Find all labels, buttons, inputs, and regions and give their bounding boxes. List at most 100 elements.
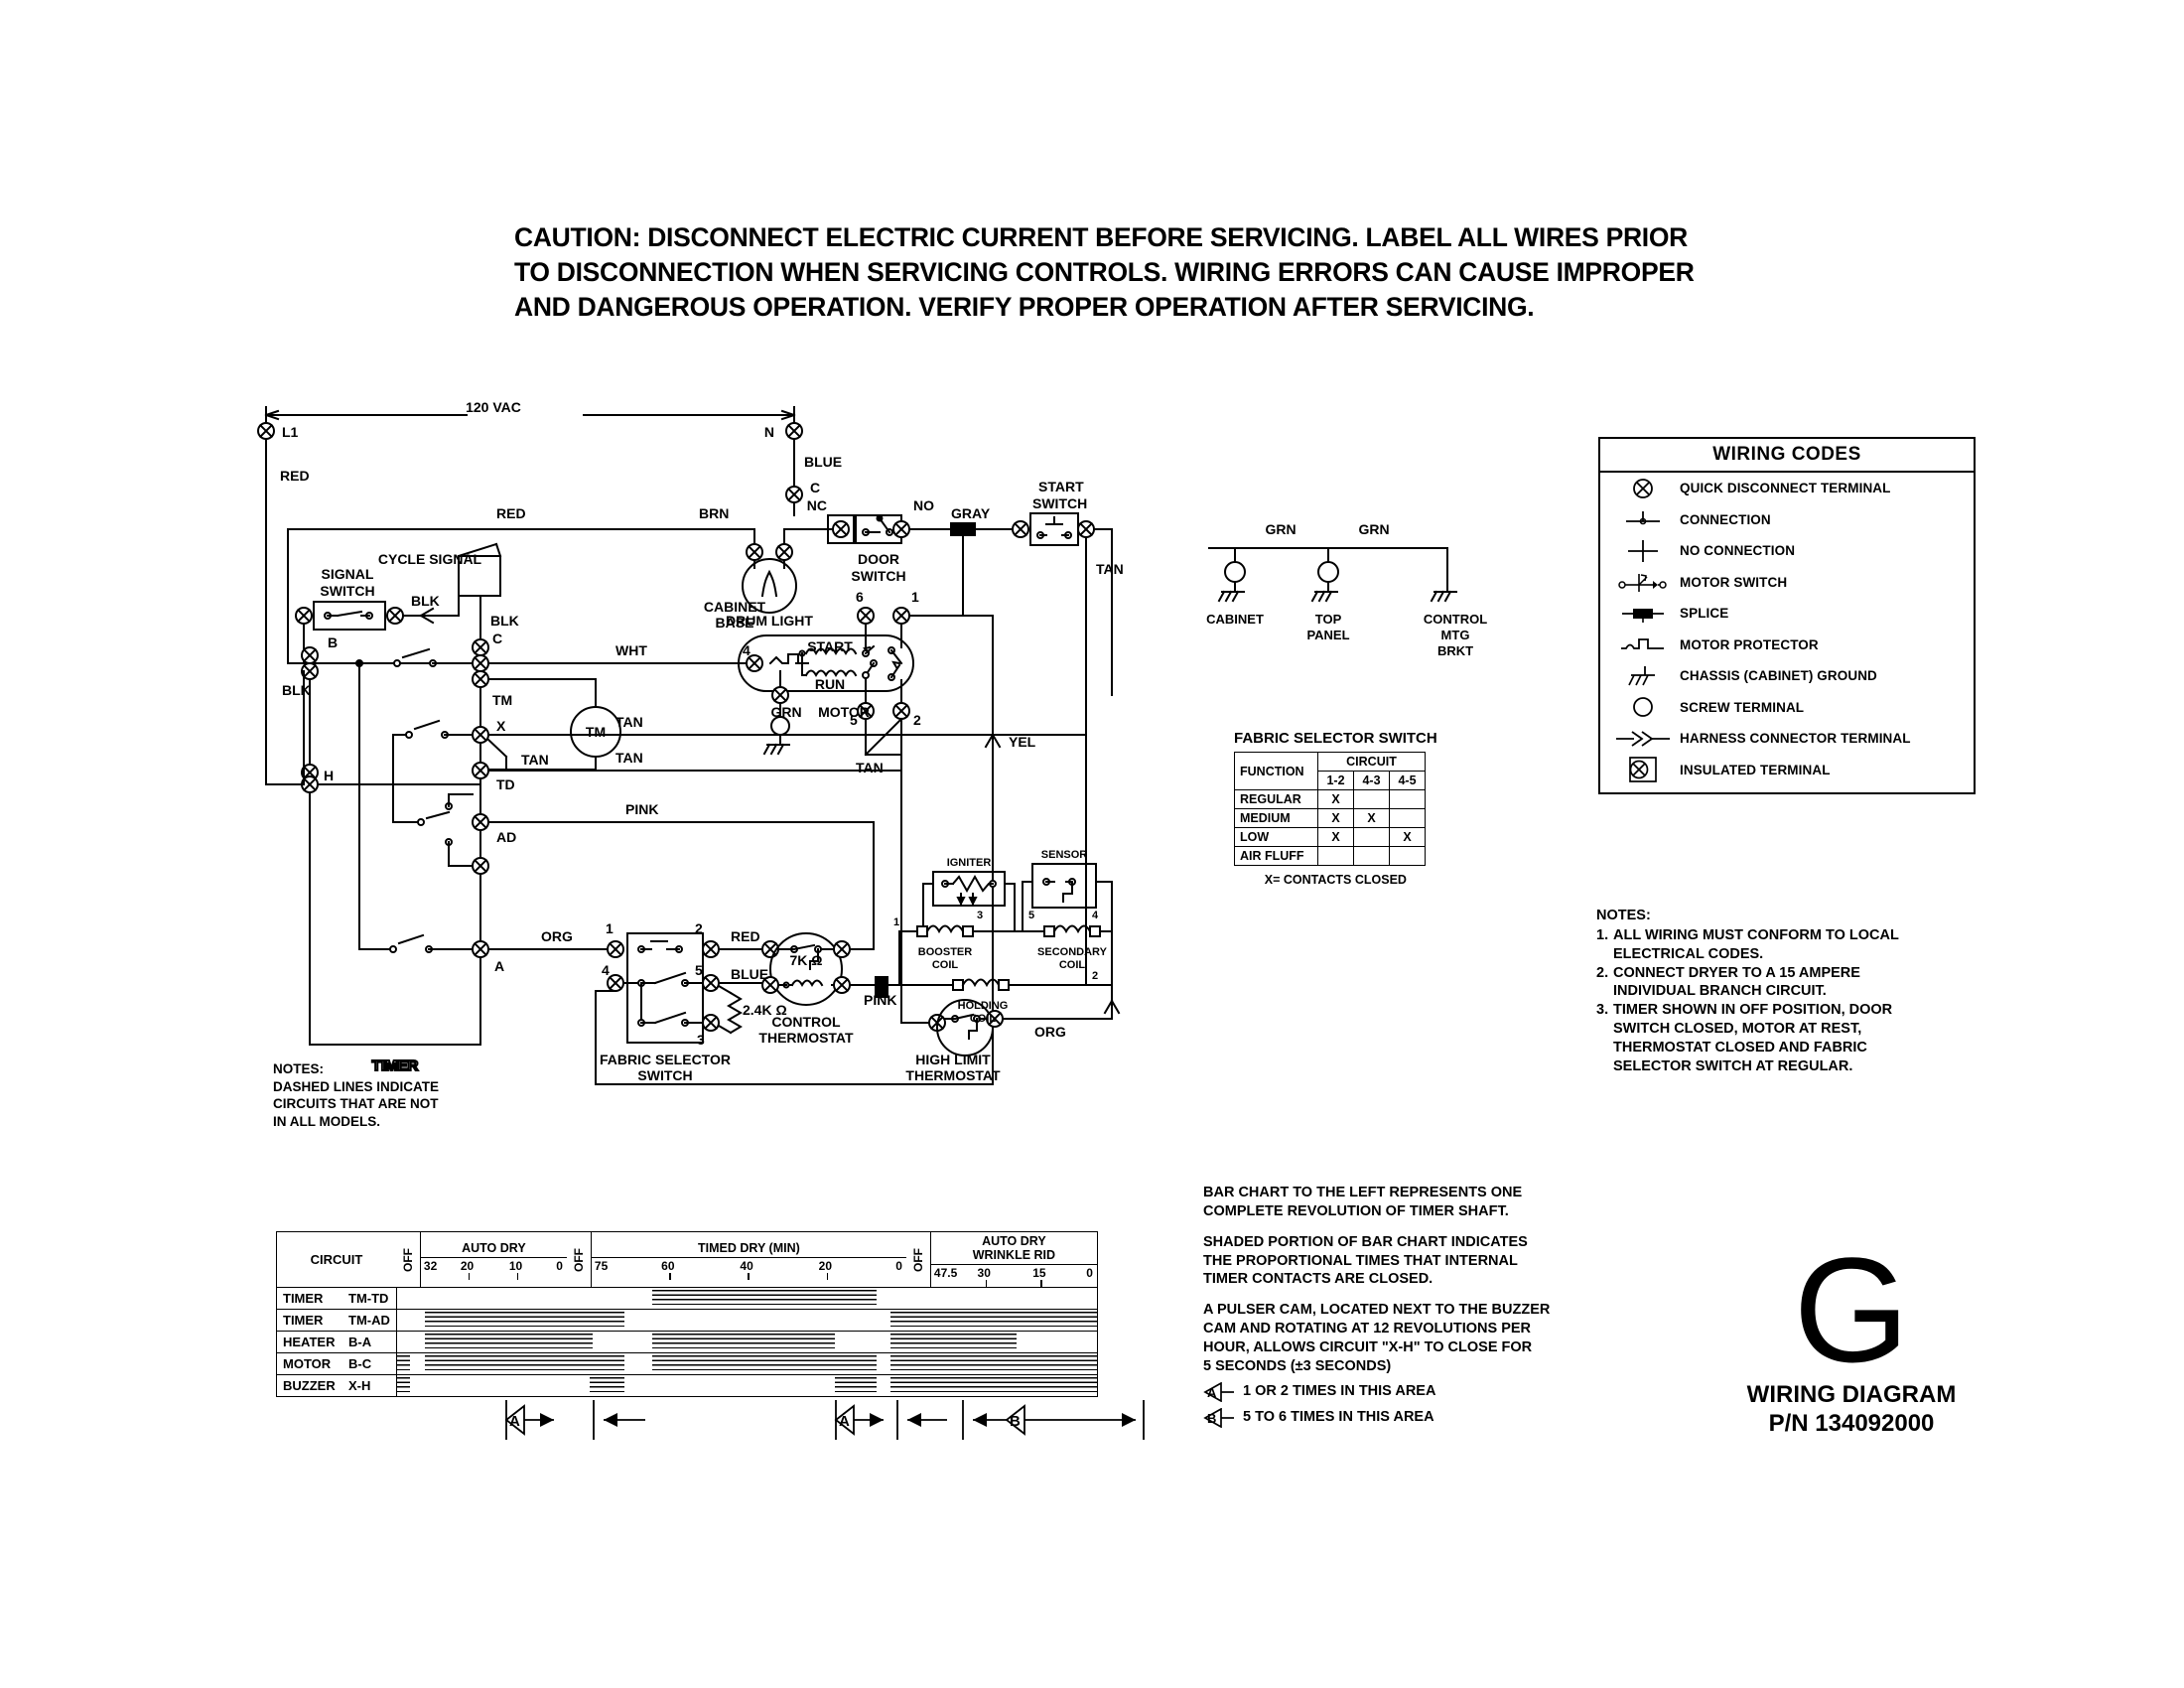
bar-segment <box>834 1377 877 1394</box>
row-function: REGULAR <box>1234 789 1318 809</box>
row-label: HEATER B-A <box>276 1331 397 1353</box>
flag-b-marker: B <box>1010 1413 1021 1430</box>
notes-block: NOTES: 1. ALL WIRING MUST CONFORM TO LOC… <box>1596 907 1993 1076</box>
door-nc-label: NC <box>807 497 827 513</box>
sensor-label: SENSOR <box>1041 849 1088 861</box>
flag-b-text: 5 TO 6 TIMES IN THIS AREA <box>1243 1409 1434 1426</box>
row-function: AIR FLUFF <box>1234 846 1318 866</box>
off-section-2: OFF <box>567 1231 592 1288</box>
wire-gray: GRAY <box>951 505 991 521</box>
function-header: FUNCTION <box>1234 752 1318 790</box>
screw-terminal-icon <box>1606 694 1680 720</box>
timer-ad-label: AD <box>496 829 516 845</box>
row-cell: X <box>1389 827 1426 847</box>
tick-label: 0 <box>1086 1266 1093 1280</box>
row-device: MOTOR <box>283 1356 332 1371</box>
splice-icon <box>1606 603 1680 625</box>
wiring-code-row: SCREW TERMINAL <box>1600 692 1974 724</box>
explanation-paragraph-3: A PULSER CAM, LOCATED NEXT TO THE BUZZER… <box>1203 1302 1551 1374</box>
bar-segment <box>396 1355 410 1372</box>
left-notes-heading: NOTES: <box>273 1061 325 1076</box>
part-number: P/N 134092000 <box>1768 1410 1935 1438</box>
secondary-coil-label: SECONDARY <box>1037 946 1108 958</box>
bar-chart-explanation: BAR CHART TO THE LEFT REPRESENTS ONE COM… <box>1203 1184 1670 1434</box>
wiring-code-label: QUICK DISCONNECT TERMINAL <box>1680 481 1891 496</box>
wire-org-1: ORG <box>541 928 573 944</box>
bar-segment <box>425 1355 624 1372</box>
bar-track <box>395 1331 1098 1353</box>
row-cell <box>1389 808 1426 828</box>
control-thermostat-value: 7K Ω <box>789 952 822 968</box>
table-row: HEATER B-A <box>276 1331 1098 1353</box>
wire-pink-2: PINK <box>864 992 896 1008</box>
tick-mark <box>826 1273 829 1280</box>
row-cell <box>1389 846 1426 866</box>
door-switch-label2: SWITCH <box>851 568 905 584</box>
section-ticks: 75 60 40 20 0 <box>592 1258 906 1280</box>
fabric-selector-label: FABRIC SELECTOR <box>600 1052 731 1067</box>
fabric-term-5: 5 <box>695 962 703 978</box>
flag-legend-a: A 1 OR 2 TIMES IN THIS AREA <box>1203 1381 1670 1402</box>
connection-icon <box>1606 508 1680 530</box>
section-title: AUTO DRY <box>420 1239 567 1258</box>
tick-label: 20 <box>818 1259 832 1273</box>
wire-blue-2: BLUE <box>731 966 768 982</box>
row-function: MEDIUM <box>1234 808 1318 828</box>
fabric-selector-table-block: FABRIC SELECTOR SWITCH FUNCTION CIRCUIT … <box>1234 730 1437 887</box>
timer-x-label: X <box>496 718 506 734</box>
row-cell: X <box>1317 808 1354 828</box>
start-switch-label2: SWITCH <box>1032 495 1087 511</box>
row-cell: X <box>1317 789 1354 809</box>
wiring-code-label: CHASSIS (CABINET) GROUND <box>1680 668 1877 684</box>
wiring-code-label: NO CONNECTION <box>1680 543 1796 559</box>
row-device: TIMER <box>283 1313 324 1328</box>
table-row: AIR FLUFF <box>1234 846 1426 866</box>
wire-tan-3: TAN <box>521 752 549 768</box>
row-device: TIMER <box>283 1291 324 1306</box>
tick-label: 60 <box>661 1259 675 1273</box>
chassis-ground-icon <box>1606 663 1680 689</box>
wire-tan-4: TAN <box>615 750 643 766</box>
wiring-code-row: INSULATED TERMINAL <box>1600 755 1974 786</box>
wiring-code-label: CONNECTION <box>1680 511 1771 527</box>
explanation-paragraph-2: SHADED PORTION OF BAR CHART INDICATES TH… <box>1203 1233 1528 1288</box>
row-cell <box>1353 827 1390 847</box>
timer-c-label: C <box>492 631 502 646</box>
document-title: WIRING DIAGRAM <box>1746 1381 1957 1408</box>
svg-text:A: A <box>1207 1385 1217 1400</box>
note-body: ALL WIRING MUST CONFORM TO LOCAL ELECTRI… <box>1613 926 1899 962</box>
bar-track <box>395 1309 1098 1332</box>
wiring-codes-panel: WIRING CODES QUICK DISCONNECT TERMINAL C… <box>1598 437 1976 794</box>
table-row: LOW X X <box>1234 827 1426 847</box>
door-no-label: NO <box>913 497 934 513</box>
off-section-1: OFF <box>396 1231 421 1288</box>
tick-label: 30 <box>977 1266 991 1280</box>
insulated-terminal-icon <box>1606 755 1680 784</box>
no-connection-icon <box>1606 538 1680 564</box>
row-circuit: B-C <box>348 1356 372 1371</box>
circuit-col-4-5: 4-5 <box>1389 771 1426 790</box>
motor-term-2: 2 <box>913 712 921 728</box>
fabric-term-3: 3 <box>697 1032 705 1048</box>
table-row: MOTOR B-C <box>276 1352 1098 1375</box>
tick-label: 15 <box>1032 1266 1046 1280</box>
fabric-selector-label2: SWITCH <box>637 1067 692 1083</box>
row-label: TIMER TM-AD <box>276 1309 397 1332</box>
igniter-label: IGNITER <box>947 857 992 869</box>
holding-coil-label: HOLDING <box>958 1000 1009 1012</box>
motor-protector-icon <box>1606 633 1680 655</box>
chart-flag-row: A A B <box>504 1400 1145 1440</box>
wire-pink-1: PINK <box>625 801 658 817</box>
wire-tan-1: TAN <box>1096 561 1124 577</box>
row-circuit: TM-TD <box>348 1291 389 1306</box>
row-circuit: B-A <box>348 1335 372 1349</box>
timer-tm-label: TM <box>492 692 512 708</box>
tick-mark <box>516 1273 519 1280</box>
row-cell <box>1317 846 1354 866</box>
section-auto-dry-wrinkle: AUTO DRY WRINKLE RID 47.5 30 15 0 <box>929 1231 1098 1288</box>
table-row: BUZZER X-H <box>276 1374 1098 1397</box>
wire-tan-motor: TAN <box>856 760 884 775</box>
ground-control-label3: BRKT <box>1437 643 1473 658</box>
bar-segment <box>889 1355 1097 1372</box>
svg-text:B: B <box>1207 1411 1216 1426</box>
